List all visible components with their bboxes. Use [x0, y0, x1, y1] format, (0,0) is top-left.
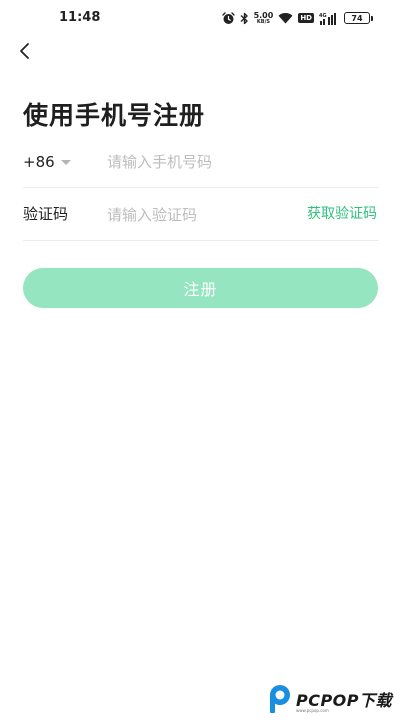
- pcpop-logo-icon: [269, 685, 290, 713]
- signal-icon: 4G: [319, 12, 336, 25]
- caret-down-icon: [60, 159, 71, 165]
- hd-badge: HD: [298, 13, 314, 23]
- battery-icon: 74: [344, 12, 373, 24]
- country-code: +86: [23, 152, 55, 171]
- watermark: PCPOP下载 www.pcpop.com: [266, 684, 392, 714]
- status-icons: 5.00 KB/S HD 4G 74: [221, 9, 373, 27]
- watermark-subtext: www.pcpop.com: [295, 708, 329, 713]
- bluetooth-icon: [240, 12, 248, 24]
- network-speed: 5.00 KB/S: [254, 11, 274, 25]
- signal-type-label: 4G: [319, 13, 327, 19]
- register-button-label: 注册: [183, 280, 218, 299]
- phone-input[interactable]: [107, 149, 377, 175]
- chevron-left-icon: [20, 43, 29, 59]
- verification-code-label: 验证码: [23, 205, 69, 223]
- register-button[interactable]: 注册: [23, 268, 378, 308]
- back-button[interactable]: [12, 38, 38, 64]
- battery-level: 74: [351, 13, 363, 23]
- wifi-icon: [278, 12, 293, 24]
- page-title: 使用手机号注册: [23, 101, 206, 130]
- get-code-button[interactable]: 获取验证码: [307, 188, 377, 241]
- country-code-selector[interactable]: +86: [23, 135, 71, 188]
- status-bar: 11:48 5.00 KB/S HD 4G 74: [0, 0, 400, 36]
- verification-code-input[interactable]: [107, 202, 287, 228]
- phone-row: +86: [23, 135, 379, 188]
- verification-code-row: 验证码 获取验证码: [23, 188, 379, 241]
- status-time: 11:48: [59, 10, 101, 25]
- alarm-icon: [221, 11, 235, 24]
- network-speed-unit: KB/S: [256, 18, 271, 25]
